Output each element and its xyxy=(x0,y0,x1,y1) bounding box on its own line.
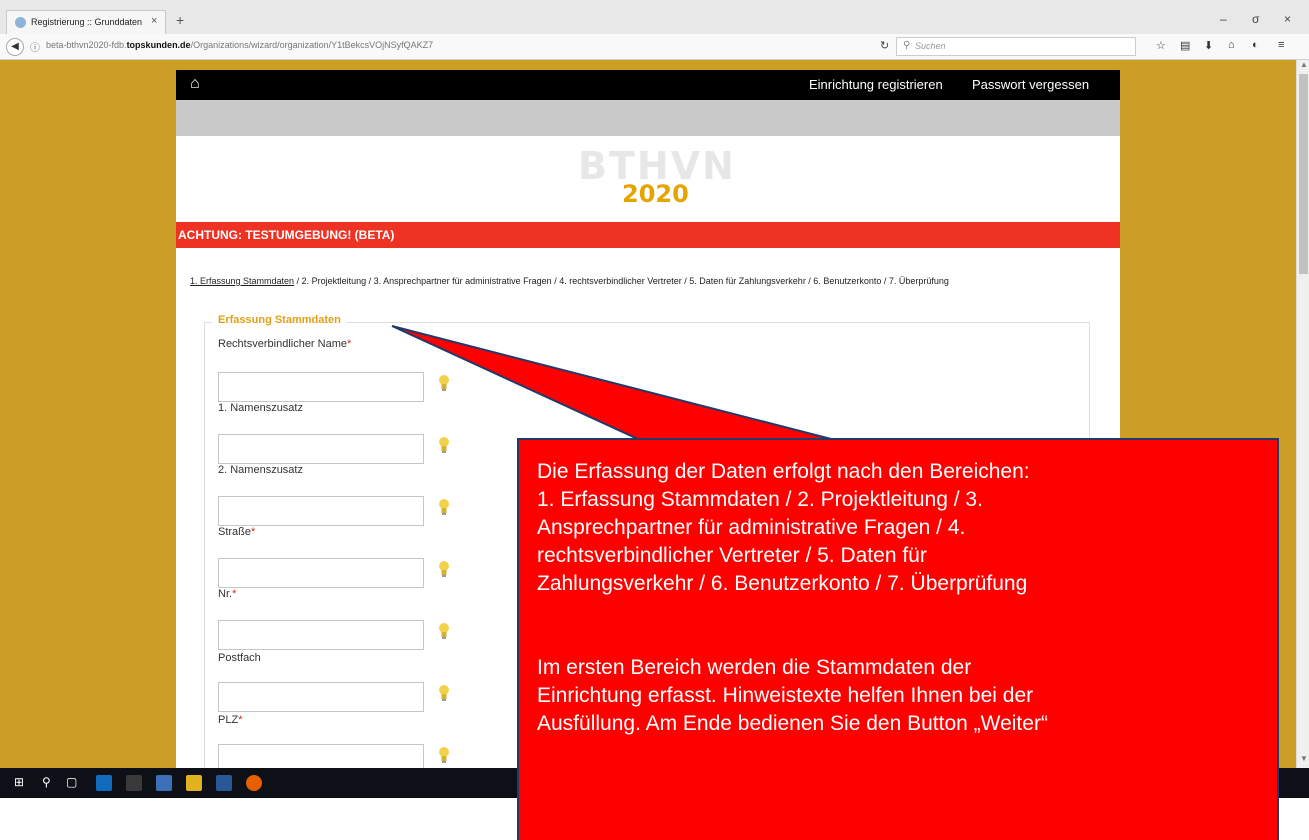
screen: Registrierung :: Grunddaten × + – σ × ◀ … xyxy=(0,0,1309,840)
callout-line: Ausfüllung. Am Ende bedienen Sie den But… xyxy=(537,712,1048,735)
callout-line: Die Erfassung der Daten erfolgt nach den… xyxy=(537,460,1030,483)
callout-line: Im ersten Bereich werden die Stammdaten … xyxy=(537,656,972,679)
annotation-callout: Die Erfassung der Daten erfolgt nach den… xyxy=(517,438,1279,840)
callout-line: rechtsverbindlicher Vertreter / 5. Daten… xyxy=(537,544,927,567)
callout-line: Zahlungsverkehr / 6. Benutzerkonto / 7. … xyxy=(537,572,1028,595)
callout-line: Ansprechpartner für administrative Frage… xyxy=(537,516,966,539)
callout-line: Einrichtung erfasst. Hinweistexte helfen… xyxy=(537,684,1034,707)
callout-line: 1. Erfassung Stammdaten / 2. Projektleit… xyxy=(537,488,983,511)
